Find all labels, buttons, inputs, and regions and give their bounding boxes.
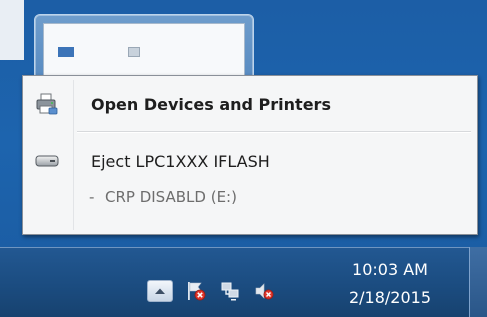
volume-label: CRP DISABLD (E:) (105, 188, 237, 206)
clock-date: 2/18/2015 (348, 288, 432, 307)
network-icon[interactable] (218, 279, 242, 303)
safely-remove-hardware-menu: Open Devices and Printers Eject LPC1XXX … (22, 75, 478, 235)
usb-drive-icon (33, 147, 61, 175)
drive-volume-entry: - CRP DISABLD (E:) (25, 179, 475, 215)
menu-item-open-devices-and-printers[interactable]: Open Devices and Printers (25, 86, 475, 122)
printer-icon (33, 90, 61, 118)
chevron-up-icon (155, 288, 165, 294)
show-desktop-button[interactable] (469, 247, 487, 317)
eject-device-label: Eject LPC1XXX IFLASH (91, 151, 270, 171)
menu-separator (77, 131, 471, 133)
system-clock[interactable]: 10:03 AM 2/18/2015 (340, 256, 440, 312)
desktop: Open Devices and Printers Eject LPC1XXX … (0, 0, 487, 317)
thumbnail-gray-element (128, 47, 140, 57)
thumbnail-blue-element (58, 47, 74, 57)
background-window-edge (0, 0, 24, 60)
volume-dash: - (89, 188, 95, 206)
show-hidden-icons-button[interactable] (147, 280, 173, 302)
open-devices-label: Open Devices and Printers (91, 94, 331, 114)
clock-time: 10:03 AM (352, 260, 428, 279)
volume-muted-icon[interactable] (252, 279, 276, 303)
action-center-flag-icon[interactable] (184, 279, 208, 303)
menu-item-eject-device[interactable]: Eject LPC1XXX IFLASH (25, 143, 475, 179)
